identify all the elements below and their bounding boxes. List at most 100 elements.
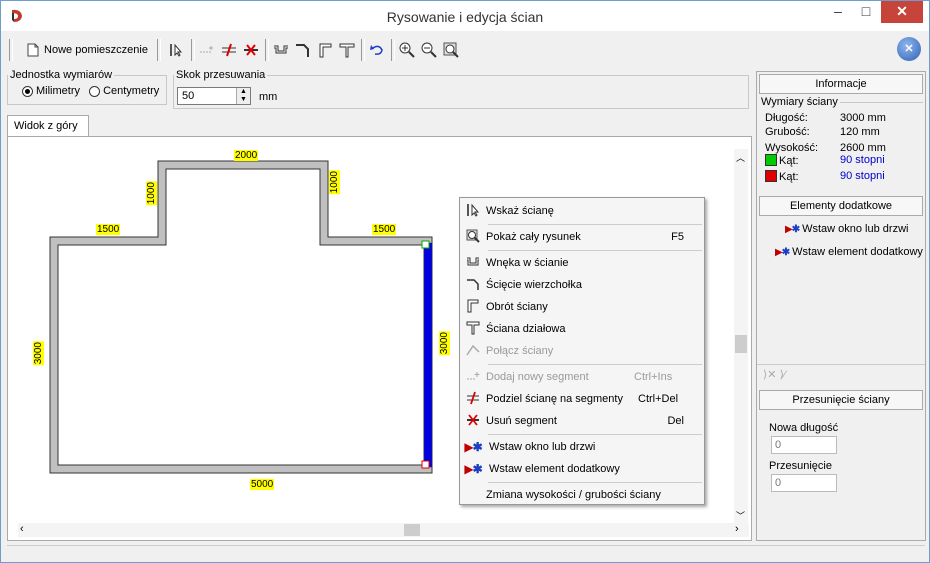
menu-item-rotate-wall[interactable]: Obrót ściany bbox=[460, 296, 704, 318]
menu-separator bbox=[488, 434, 702, 435]
zoom-out-icon bbox=[421, 42, 437, 58]
vertical-scrollbar[interactable]: ︿ ﹀ bbox=[734, 149, 748, 525]
partition-wall-icon bbox=[339, 43, 355, 58]
angle2-label: Kąt: bbox=[779, 171, 799, 183]
corner-cut-icon bbox=[460, 277, 486, 294]
menu-item-insert-element[interactable]: ▶✱ Wstaw element dodatkowy bbox=[460, 458, 704, 480]
tab-top-view[interactable]: Widok z góry bbox=[7, 115, 89, 137]
close-button[interactable]: ✕ bbox=[881, 1, 923, 23]
angle1-value: 90 stopni bbox=[840, 154, 885, 166]
new-length-input[interactable]: 0 bbox=[771, 436, 837, 454]
new-room-button[interactable]: Nowe pomieszczenie bbox=[21, 39, 153, 61]
minimize-button[interactable]: – bbox=[824, 1, 852, 23]
menu-item-label: Wskaż ścianę bbox=[486, 205, 554, 217]
menu-item-shortcut: Ctrl+Ins bbox=[634, 371, 673, 383]
niche-button[interactable] bbox=[271, 39, 291, 61]
insert-window-label: Wstaw okno lub drzwi bbox=[802, 223, 909, 235]
menu-item-join-walls[interactable]: Połącz ściany bbox=[460, 340, 704, 362]
undo-button[interactable] bbox=[367, 39, 387, 61]
green-swatch bbox=[765, 154, 777, 166]
split-wall-button[interactable] bbox=[219, 39, 239, 61]
toolbar-grip bbox=[9, 39, 13, 61]
menu-item-delete-segment[interactable]: Usuń segment Del bbox=[460, 410, 704, 432]
menu-item-label: Ścięcie wierzchołka bbox=[486, 279, 582, 291]
length-row: Długość: 3000 mm bbox=[765, 112, 886, 124]
extras-header[interactable]: Elementy dodatkowe bbox=[759, 196, 923, 216]
menu-item-label: Dodaj nowy segment bbox=[486, 371, 589, 383]
insert-window-link[interactable]: ▶✱ Wstaw okno lub drzwi bbox=[785, 223, 908, 235]
vertical-scroll-thumb[interactable] bbox=[735, 335, 747, 353]
cm-radio[interactable]: Centymetry bbox=[89, 85, 159, 97]
cm-radio-label: Centymetry bbox=[103, 85, 160, 97]
select-wall-icon bbox=[170, 43, 183, 57]
length-label: Długość: bbox=[765, 112, 808, 124]
menu-separator bbox=[488, 482, 702, 483]
corner-cut-button[interactable] bbox=[293, 39, 313, 61]
thickness-label: Grubość: bbox=[765, 126, 810, 138]
menu-item-insert-window[interactable]: ▶✱ Wstaw okno lub drzwi bbox=[460, 436, 704, 458]
select-wall-button[interactable] bbox=[165, 39, 187, 61]
red-corner-marker bbox=[421, 460, 430, 469]
right-panel: Informacje Wymiary ściany Długość: 3000 m… bbox=[756, 71, 926, 541]
menu-item-select-wall[interactable]: Wskaż ścianę bbox=[460, 200, 704, 222]
menu-item-label: Wnęka w ścianie bbox=[486, 257, 569, 269]
scroll-right-icon[interactable]: › bbox=[735, 523, 739, 535]
menu-item-niche[interactable]: Wnęka w ścianie bbox=[460, 252, 704, 274]
menu-item-add-segment[interactable]: Dodaj nowy segment Ctrl+Ins bbox=[460, 366, 704, 388]
zoom-out-button[interactable] bbox=[419, 39, 439, 61]
shift-input[interactable]: 0 bbox=[771, 474, 837, 492]
step-legend: Skok przesuwania bbox=[176, 69, 266, 81]
scroll-left-icon[interactable]: ‹ bbox=[20, 523, 24, 535]
zoom-in-button[interactable] bbox=[397, 39, 417, 61]
radio-unchecked-icon bbox=[89, 85, 101, 97]
selected-wall bbox=[423, 242, 433, 468]
menu-item-show-all[interactable]: Pokaż cały rysunek F5 bbox=[460, 226, 704, 248]
step-spinbox[interactable]: 50 ▲ ▼ bbox=[177, 87, 251, 105]
help-button[interactable]: ✕ bbox=[897, 37, 921, 61]
maximize-button[interactable]: □ bbox=[852, 1, 880, 23]
scroll-up-icon[interactable]: ︿ bbox=[736, 151, 745, 164]
delete-segment-icon bbox=[244, 44, 258, 56]
menu-item-label: Zmiana wysokości / grubości ściany bbox=[486, 489, 661, 501]
insert-element-link[interactable]: ▶✱ Wstaw element dodatkowy bbox=[775, 246, 923, 258]
thickness-value: 120 mm bbox=[840, 126, 880, 138]
zoom-all-icon bbox=[460, 229, 486, 246]
split-wall-icon bbox=[460, 391, 486, 408]
menu-item-corner-cut[interactable]: Ścięcie wierzchołka bbox=[460, 274, 704, 296]
dim-label-right-top: 1500 bbox=[372, 224, 397, 235]
menu-item-partition-wall[interactable]: Ściana działowa bbox=[460, 318, 704, 340]
corner-cut-icon bbox=[296, 44, 309, 57]
units-legend: Jednostka wymiarów bbox=[10, 69, 113, 81]
dim-label-right-up: 1000 bbox=[329, 170, 340, 195]
menu-item-label: Usuń segment bbox=[486, 415, 557, 427]
angle2-row: Kąt: 90 stopni bbox=[765, 170, 885, 183]
toggle-arrows-icon[interactable]: ⟩✕ ⟩⁄ bbox=[763, 368, 786, 381]
insert-element-icon: ▶✱ bbox=[775, 246, 790, 258]
info-header[interactable]: Informacje bbox=[759, 74, 923, 94]
delete-segment-button[interactable] bbox=[241, 39, 261, 61]
menu-item-change-height[interactable]: Zmiana wysokości / grubości ściany bbox=[460, 484, 704, 506]
walls bbox=[49, 160, 433, 474]
toolbar-separator bbox=[191, 39, 195, 61]
new-length-label: Nowa długość bbox=[769, 422, 839, 434]
angle1-label: Kąt: bbox=[779, 155, 799, 167]
partition-wall-button[interactable] bbox=[337, 39, 357, 61]
mm-radio[interactable]: Milimetry bbox=[22, 85, 80, 97]
delete-segment-icon bbox=[460, 413, 486, 430]
status-bar bbox=[7, 545, 925, 561]
shift-header[interactable]: Przesunięcie ściany bbox=[759, 390, 923, 410]
height-value: 2600 mm bbox=[840, 142, 886, 154]
split-wall-icon bbox=[222, 43, 236, 57]
thickness-row: Grubość: 120 mm bbox=[765, 126, 880, 138]
scroll-down-icon[interactable]: ﹀ bbox=[736, 509, 745, 522]
rotate-wall-button[interactable] bbox=[315, 39, 335, 61]
app-window: Rysowanie i edycja ścian – □ ✕ Nowe pomi… bbox=[0, 0, 930, 563]
spin-arrows-icon[interactable]: ▲ ▼ bbox=[236, 88, 250, 104]
horizontal-scrollbar[interactable]: ‹ › bbox=[18, 523, 749, 537]
insert-element-label: Wstaw element dodatkowy bbox=[792, 246, 923, 258]
context-menu: Wskaż ścianę Pokaż cały rysunek F5 Wnęka… bbox=[459, 197, 705, 505]
zoom-all-button[interactable] bbox=[441, 39, 461, 61]
menu-item-split-wall[interactable]: Podziel ścianę na segmenty Ctrl+Del bbox=[460, 388, 704, 410]
add-segment-button[interactable] bbox=[197, 39, 217, 61]
horizontal-scroll-thumb[interactable] bbox=[404, 524, 420, 536]
